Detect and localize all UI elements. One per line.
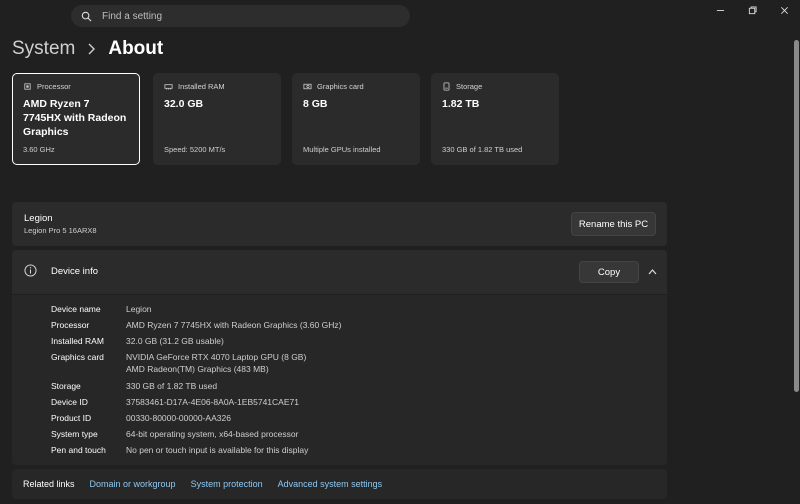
spec-label: Device name [51,304,101,314]
card-subtext: 330 GB of 1.82 TB used [442,145,523,154]
spec-row-graphics-card: Graphics card NVIDIA GeForce RTX 4070 La… [51,351,306,375]
window-controls [704,3,800,17]
card-subtext: Speed: 5200 MT/s [164,145,226,154]
device-info-details: Device name Legion Processor AMD Ryzen 7… [12,295,667,465]
page-title: About [108,38,164,59]
spec-value: AMD Radeon(TM) Graphics (483 MB) [126,364,269,374]
chevron-up-icon[interactable] [648,268,657,275]
system-protection-link[interactable]: System protection [191,479,263,489]
spec-value: 64-bit operating system, x64-based proce… [126,429,299,439]
card-value: 1.82 TB [442,98,480,110]
spec-row-device-id: Device ID 37583461-D17A-4E06-8A0A-1EB574… [51,396,299,408]
ram-icon [164,84,173,90]
storage-icon [443,82,450,91]
spec-label: Pen and touch [51,445,106,455]
breadcrumb: System About [12,38,163,60]
card-value: AMD Ryzen 7 7745HX with Radeon Graphics [23,98,127,138]
breadcrumb-parent[interactable]: System [12,38,75,60]
spec-label: Installed RAM [51,336,104,346]
gpu-icon [303,83,312,90]
spec-value: AMD Ryzen 7 7745HX with Radeon Graphics … [126,320,342,330]
device-info-header[interactable]: Device info Copy [12,250,667,294]
device-info-title: Device info [51,266,98,277]
spec-value: 00330-80000-00000-AA326 [126,413,231,423]
spec-label: Device ID [51,397,88,407]
restore-button[interactable] [736,3,768,17]
pc-name-row: Legion Legion Pro 5 16ARX8 Rename this P… [12,202,667,246]
advanced-system-settings-link[interactable]: Advanced system settings [278,479,383,489]
spec-row-processor: Processor AMD Ryzen 7 7745HX with Radeon… [51,319,341,331]
scrollbar[interactable] [794,40,799,392]
pc-name: Legion [24,213,53,224]
spec-value: No pen or touch input is available for t… [126,445,309,455]
card-value: 32.0 GB [164,98,204,110]
spec-label: Processor [51,320,90,330]
card-subtext: 3.60 GHz [23,145,55,154]
minimize-button[interactable] [704,3,736,17]
spec-row-installed-ram: Installed RAM 32.0 GB (31.2 GB usable) [51,335,224,347]
spec-label: System type [51,429,98,439]
card-title: Processor [37,82,71,91]
spec-value-group: NVIDIA GeForce RTX 4070 Laptop GPU (8 GB… [126,351,306,375]
spec-label: Product ID [51,413,92,423]
restore-icon [748,5,757,14]
card-subtext: Multiple GPUs installed [303,145,381,154]
spec-label: Storage [51,381,81,391]
ram-card[interactable]: Installed RAM 32.0 GB Speed: 5200 MT/s [153,73,281,165]
domain-workgroup-link[interactable]: Domain or workgroup [90,479,176,489]
search-input[interactable] [102,10,382,22]
search-box[interactable] [71,5,410,27]
close-icon [780,6,788,14]
spec-label: Graphics card [51,352,104,362]
copy-button[interactable]: Copy [579,261,639,283]
card-title: Storage [456,82,483,91]
spec-value: 37583461-D17A-4E06-8A0A-1EB5741CAE71 [126,397,299,407]
spec-value: 32.0 GB (31.2 GB usable) [126,336,224,346]
info-icon [24,264,37,277]
minimize-icon [716,9,724,11]
pc-model: Legion Pro 5 16ARX8 [24,226,97,235]
graphics-card[interactable]: Graphics card 8 GB Multiple GPUs install… [292,73,420,165]
storage-card[interactable]: Storage 1.82 TB 330 GB of 1.82 TB used [431,73,559,165]
cpu-icon [24,83,31,90]
spec-row-product-id: Product ID 00330-80000-00000-AA326 [51,412,231,424]
search-icon [81,11,92,21]
rename-pc-button[interactable]: Rename this PC [571,212,656,236]
spec-value: NVIDIA GeForce RTX 4070 Laptop GPU (8 GB… [126,352,307,362]
card-value: 8 GB [303,98,328,110]
spec-value: Legion [126,304,152,314]
processor-card[interactable]: Processor AMD Ryzen 7 7745HX with Radeon… [12,73,140,165]
card-title: Installed RAM [178,82,225,91]
spec-value: 330 GB of 1.82 TB used [126,381,218,391]
spec-row-pen-and-touch: Pen and touch No pen or touch input is a… [51,444,308,456]
spec-row-system-type: System type 64-bit operating system, x64… [51,428,298,440]
close-button[interactable] [768,3,800,17]
card-title: Graphics card [317,82,364,91]
related-links-label: Related links [23,479,75,489]
spec-row-device-name: Device name Legion [51,303,152,315]
chevron-right-icon [88,43,96,55]
spec-row-storage: Storage 330 GB of 1.82 TB used [51,380,217,392]
related-links-bar: Related links Domain or workgroup System… [12,469,667,499]
